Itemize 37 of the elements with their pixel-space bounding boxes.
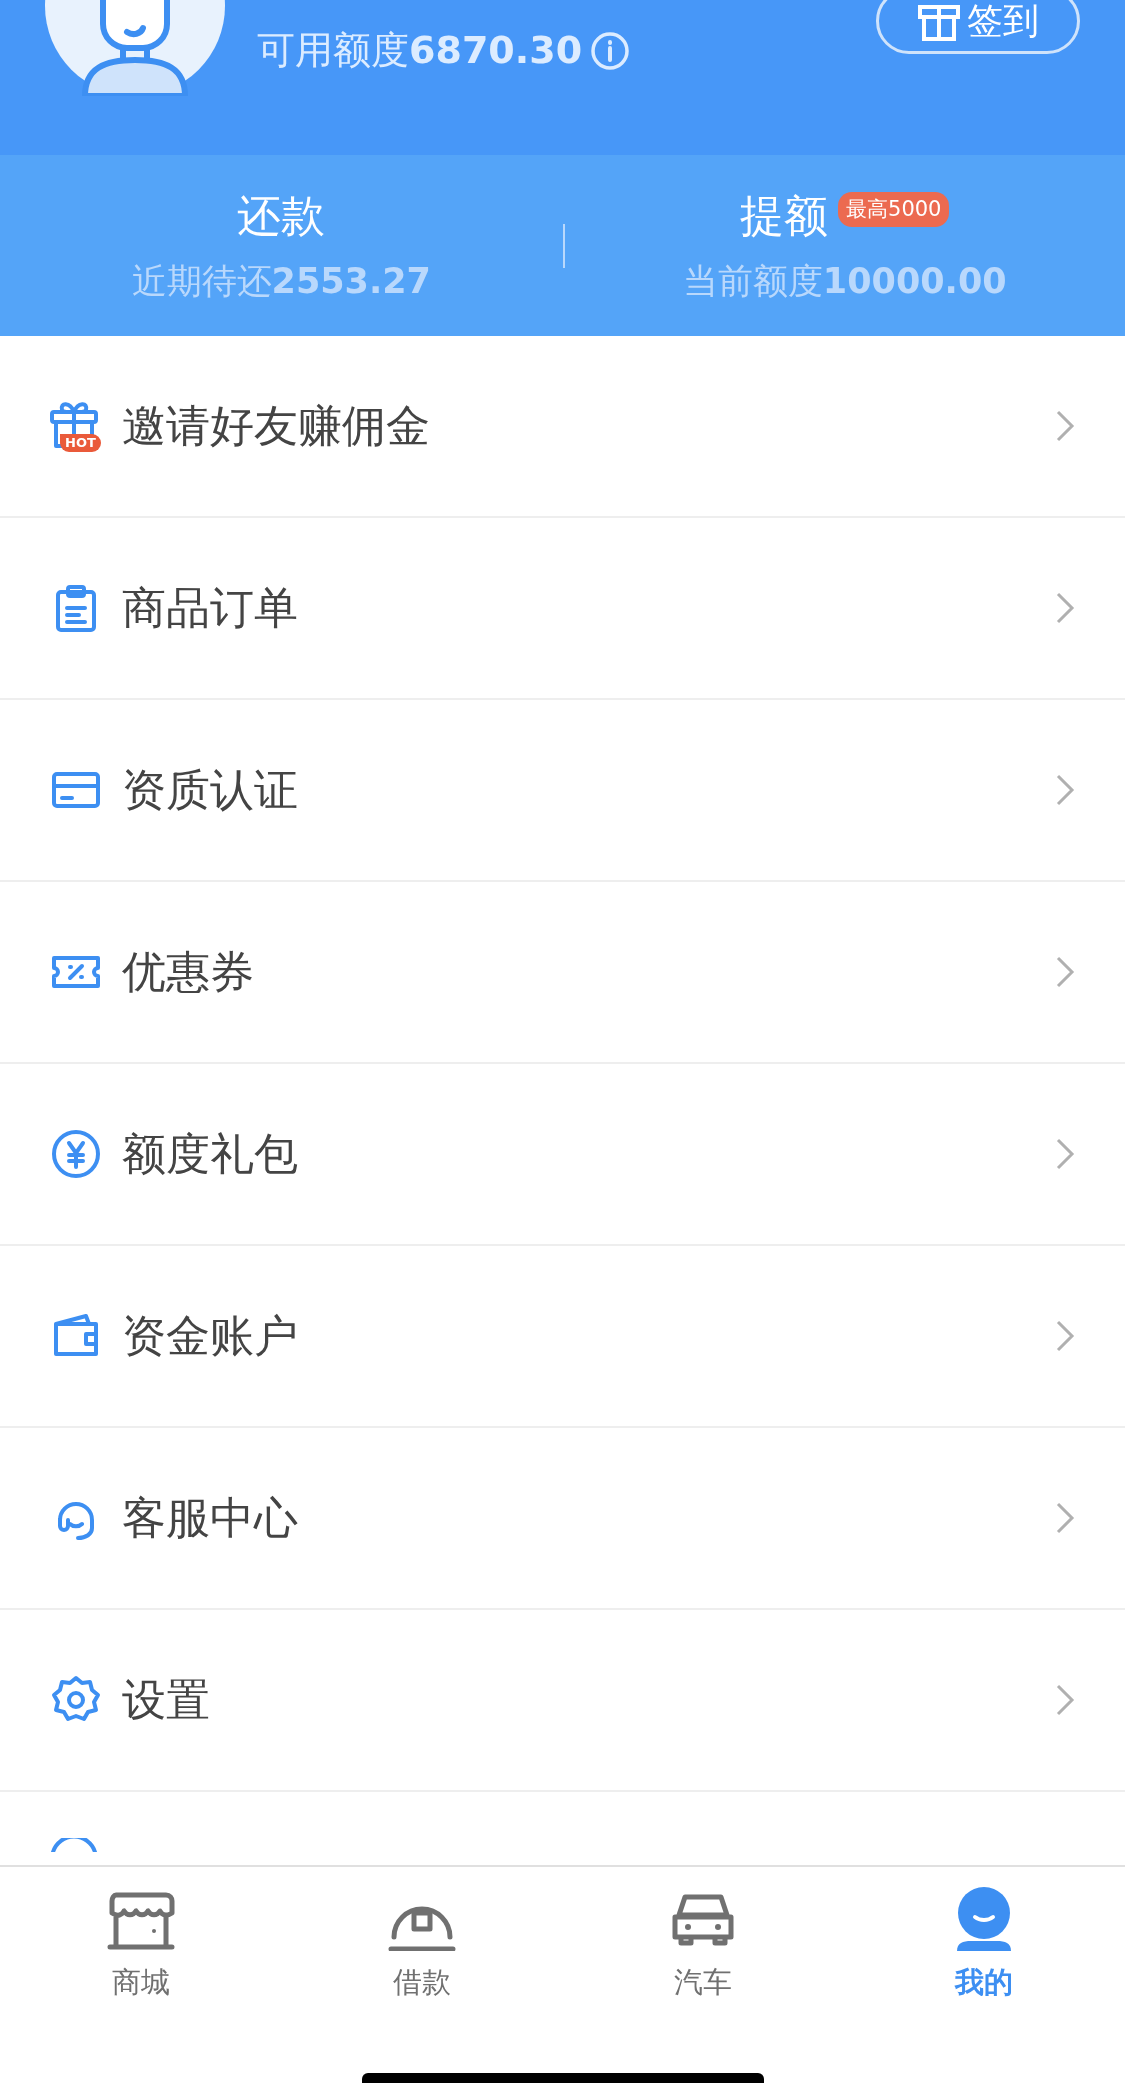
menu-label: 额度礼包: [122, 1127, 298, 1181]
yen-icon: [50, 1128, 102, 1180]
chevron-icon: [1055, 591, 1075, 625]
menu-label: 设置: [122, 1673, 210, 1727]
menu-item[interactable]: 商品订单: [0, 518, 1125, 700]
stat-subtitle: 当前额度10000.00: [682, 260, 1007, 304]
chevron-icon: [1055, 773, 1075, 807]
menu-item[interactable]: 设置: [0, 1610, 1125, 1792]
tab[interactable]: 汽车: [562, 1887, 844, 2005]
max-badge: 最高5000: [838, 191, 950, 227]
menu-label: 邀请好友赚佣金: [122, 399, 430, 453]
stat-title: 提额: [740, 189, 828, 244]
menu-label: 商品订单: [122, 581, 298, 635]
chevron-icon: [1055, 1683, 1075, 1717]
menu-item[interactable]: 额度礼包: [0, 1064, 1125, 1246]
menu-label: 资金账户: [122, 1309, 298, 1363]
menu-item[interactable]: 客服中心: [0, 1428, 1125, 1610]
info-icon[interactable]: [590, 30, 631, 71]
stat-subtitle: 近期待还2553.27: [131, 260, 431, 304]
chevron-icon: [1055, 1137, 1075, 1171]
menu-label: 资质认证: [122, 763, 298, 817]
menu-label: 客服中心: [122, 1491, 298, 1545]
available-credit: 可用额度6870.30: [257, 27, 583, 74]
tab[interactable]: 商城: [0, 1887, 282, 2005]
chevron-icon: [1055, 955, 1075, 989]
menu-item[interactable]: HOT 邀请好友赚佣金: [0, 336, 1125, 518]
hot-badge: HOT: [60, 434, 101, 452]
more-icon: [48, 1838, 100, 1852]
menu-label: 优惠券: [122, 945, 254, 999]
chevron-icon: [1055, 409, 1075, 443]
tab[interactable]: 借款: [281, 1887, 563, 2005]
stat-title: 还款: [237, 189, 326, 244]
chevron-icon: [1055, 1319, 1075, 1353]
menu-item[interactable]: 优惠券: [0, 882, 1125, 1064]
chevron-icon: [1055, 1501, 1075, 1535]
menu-item[interactable]: 资质认证: [0, 700, 1125, 882]
menu-item[interactable]: 资金账户: [0, 1246, 1125, 1428]
